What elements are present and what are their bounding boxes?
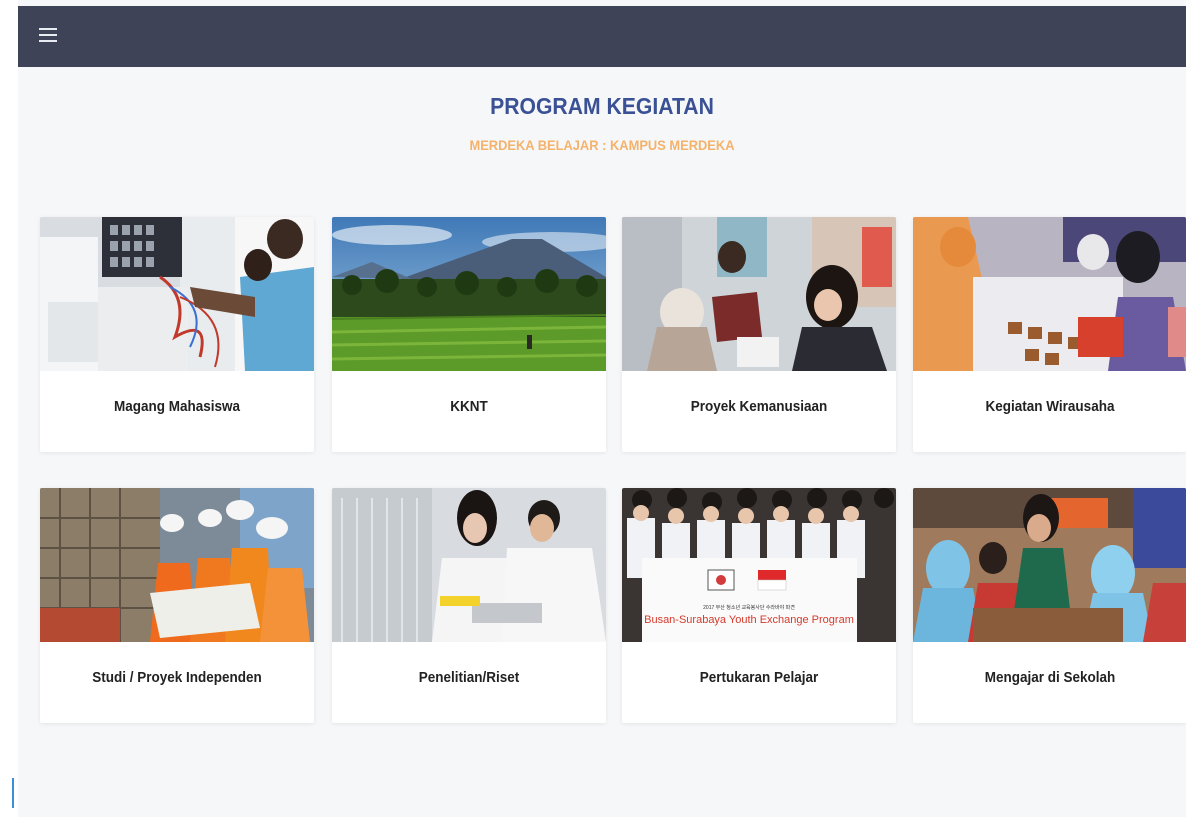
program-card-kknt[interactable]: KKNT <box>332 217 606 452</box>
entrepreneur-bazaar-photo <box>913 217 1186 371</box>
page-title: PROGRAM KEGIATAN <box>490 93 714 119</box>
hamburger-menu-icon[interactable] <box>39 26 57 42</box>
youth-exchange-group-photo: 2017 부산 청소년 교육봉사단 수라바야 파견 Busan-Surabaya… <box>622 488 896 642</box>
classroom-teaching-photo <box>913 488 1186 642</box>
program-label: Pertukaran Pelajar <box>699 669 819 686</box>
program-label: Magang Mahasiswa <box>113 398 241 415</box>
banner-text: Busan-Surabaya Youth Exchange Program <box>644 614 854 626</box>
program-label: Mengajar di Sekolah <box>984 669 1116 686</box>
rice-field-volcano-photo <box>332 217 606 371</box>
program-label: Penelitian/Riset <box>418 669 520 686</box>
page: PROGRAM KEGIATAN MERDEKA BELAJAR : KAMPU… <box>18 0 1186 817</box>
top-navbar <box>18 6 1186 67</box>
program-card-mengajar-di-sekolah[interactable]: Mengajar di Sekolah <box>913 488 1186 723</box>
program-card-pertukaran-pelajar[interactable]: 2017 부산 청소년 교육봉사단 수라바야 파견 Busan-Surabaya… <box>622 488 896 723</box>
research-lab-photo <box>332 488 606 642</box>
program-label: Proyek Kemanusiaan <box>690 398 828 415</box>
svg-text:2017 부산 청소년 교육봉사단 수라바야 파견: 2017 부산 청소년 교육봉사단 수라바야 파견 <box>703 604 795 611</box>
program-label: KKNT <box>450 398 488 415</box>
humanitarian-project-photo <box>622 217 896 371</box>
program-card-kegiatan-wirausaha[interactable]: Kegiatan Wirausaha <box>913 217 1186 452</box>
edge-indicator <box>12 778 14 808</box>
internship-lab-photo <box>40 217 314 371</box>
program-label: Kegiatan Wirausaha <box>985 398 1115 415</box>
program-card-studi-proyek-independen[interactable]: Studi / Proyek Independen <box>40 488 314 723</box>
construction-workers-photo <box>40 488 314 642</box>
program-card-proyek-kemanusiaan[interactable]: Proyek Kemanusiaan <box>622 217 896 452</box>
program-label: Studi / Proyek Independen <box>92 669 262 686</box>
program-card-penelitian-riset[interactable]: Penelitian/Riset <box>332 488 606 723</box>
program-card-magang-mahasiswa[interactable]: Magang Mahasiswa <box>40 217 314 452</box>
page-subtitle: MERDEKA BELAJAR : KAMPUS MERDEKA <box>469 137 735 153</box>
